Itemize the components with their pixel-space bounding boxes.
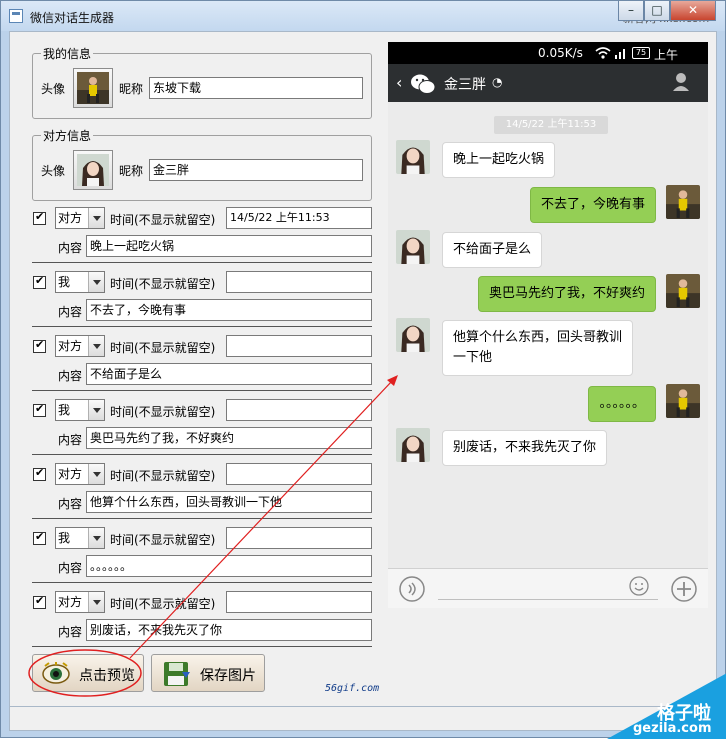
annotation-arrow-line	[129, 379, 394, 659]
main-panel: 我的信息 头像 昵称 东坡下载 对方信息 头像 昵称 金三胖 ✔ 对方 时间(不…	[9, 31, 717, 707]
maximize-button[interactable]: □	[644, 1, 670, 21]
corner-watermark: 格子啦 gezila.com	[607, 673, 726, 739]
watermark-url: gezila.com	[633, 721, 712, 736]
annotation-overlay	[28, 375, 398, 697]
app-icon	[9, 9, 23, 23]
title-bar: 微信对话生成器 新客网 xker.com – □ ✕	[1, 1, 725, 31]
minimize-button[interactable]: –	[618, 1, 644, 21]
app-window: 微信对话生成器 新客网 xker.com – □ ✕ 我的信息 头像 昵称 东坡…	[0, 0, 726, 739]
window-title: 微信对话生成器	[30, 11, 115, 25]
close-button[interactable]: ✕	[670, 1, 716, 21]
highlight-ellipse	[28, 649, 142, 697]
